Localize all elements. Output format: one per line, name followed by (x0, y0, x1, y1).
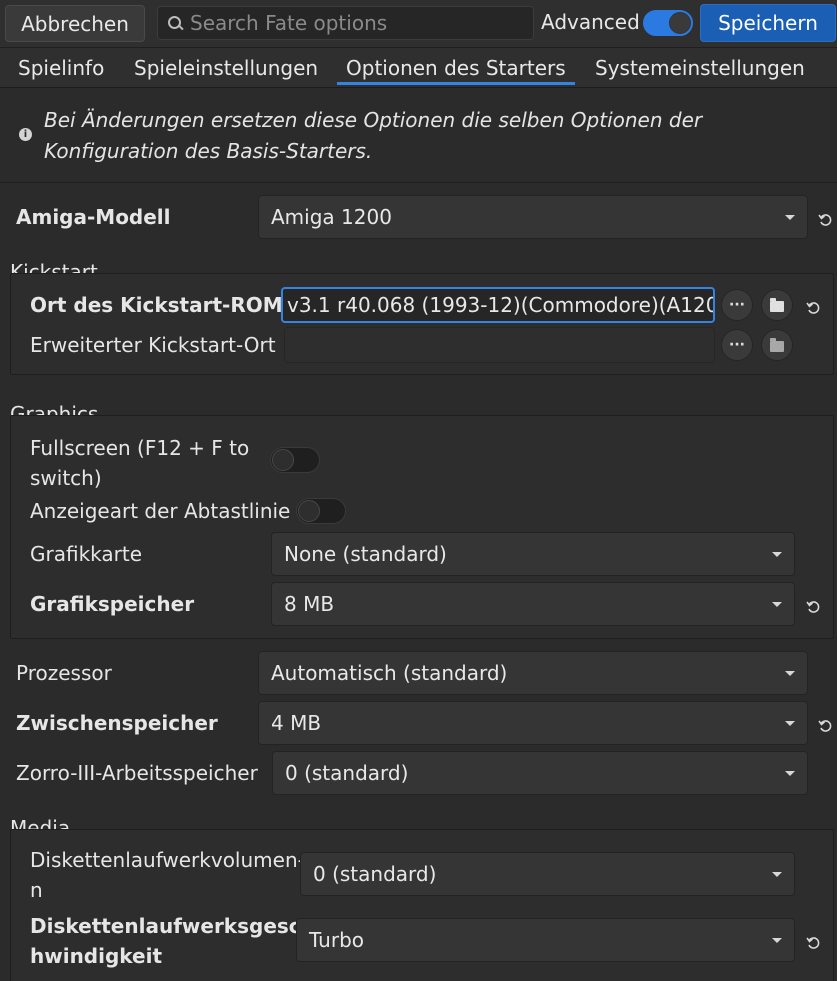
tab-launcher-options[interactable]: Optionen des Starters (346, 56, 566, 80)
tab-game-settings[interactable]: Spieleinstellungen (134, 56, 318, 80)
header-bar: Abbrechen Advanced Speichern (0, 0, 837, 48)
chevron-down-icon (772, 938, 782, 943)
extended-kickstart-label: Erweiterter Kickstart-Ort (30, 333, 276, 357)
chevron-down-icon (785, 671, 795, 676)
cancel-button[interactable]: Abbrechen (5, 5, 145, 42)
scanline-label: Anzeigeart der Abtastlinie (30, 499, 291, 523)
cpu-label: Prozessor (16, 661, 112, 685)
tab-game-info[interactable]: Spielinfo (18, 56, 104, 80)
toggle-knob (272, 449, 294, 471)
advanced-toggle[interactable] (643, 10, 693, 36)
zorro-memory-dropdown[interactable]: 0 (standard) (272, 751, 808, 795)
folder-icon[interactable] (761, 289, 793, 321)
reset-icon[interactable] (806, 596, 822, 613)
graphics-memory-value: 8 MB (284, 592, 335, 616)
chevron-down-icon (785, 771, 795, 776)
search-icon (168, 16, 182, 30)
more-icon[interactable]: ··· (721, 329, 753, 361)
cache-dropdown[interactable]: 4 MB (258, 701, 808, 745)
chevron-down-icon (772, 552, 782, 557)
floppy-volume-dropdown[interactable]: 0 (standard) (300, 852, 795, 896)
cache-label: Zwischenspeicher (16, 711, 218, 735)
search-input[interactable] (190, 11, 530, 35)
floppy-volume-value: 0 (standard) (313, 862, 437, 886)
chevron-down-icon (785, 215, 795, 220)
graphics-card-value: None (standard) (284, 542, 447, 566)
kickstart-rom-label: Ort des Kickstart-ROMs (30, 293, 295, 317)
chevron-down-icon (785, 721, 795, 726)
zorro-memory-label: Zorro-III-Arbeitsspeicher (16, 761, 258, 785)
active-tab-indicator (337, 82, 575, 85)
floppy-volume-label: Diskettenlaufwerkvolumen- n (30, 848, 305, 902)
cpu-dropdown[interactable]: Automatisch (standard) (258, 651, 808, 695)
more-icon[interactable]: ··· (721, 289, 753, 321)
divider (0, 182, 837, 183)
floppy-speed-label: Diskettenlaufwerksgesc- hwindigkeit (30, 914, 309, 968)
amiga-model-dropdown[interactable]: Amiga 1200 (258, 195, 808, 239)
chevron-down-icon (772, 602, 782, 607)
amiga-model-label: Amiga-Modell (16, 205, 171, 229)
search-field[interactable] (157, 6, 534, 40)
reset-icon[interactable] (818, 209, 834, 226)
cache-value: 4 MB (271, 711, 322, 735)
toggle-knob (298, 500, 320, 522)
toggle-knob (669, 12, 691, 34)
floppy-speed-dropdown[interactable]: Turbo (296, 918, 795, 962)
reset-icon[interactable] (806, 297, 822, 314)
info-icon: i (19, 128, 32, 141)
kickstart-rom-input[interactable]: v3.1 r40.068 (1993-12)(Commodore)(A1200 (281, 287, 715, 323)
advanced-label: Advanced (541, 10, 640, 34)
save-button[interactable]: Speichern (700, 4, 836, 42)
chevron-down-icon (772, 872, 782, 877)
floppy-speed-value: Turbo (309, 928, 365, 952)
graphics-memory-dropdown[interactable]: 8 MB (271, 582, 795, 626)
folder-icon[interactable] (761, 329, 793, 361)
fullscreen-label: Fullscreen (F12 + F to switch) (30, 436, 250, 490)
tab-system-settings[interactable]: Systemeinstellungen (595, 56, 805, 80)
cpu-value: Automatisch (standard) (271, 661, 508, 685)
graphics-memory-label: Grafikspeicher (30, 592, 195, 616)
graphics-card-dropdown[interactable]: None (standard) (271, 532, 795, 576)
graphics-card-label: Grafikkarte (30, 542, 143, 566)
tab-bar: Spielinfo Spieleinstellungen Optionen de… (0, 48, 837, 88)
scanline-toggle[interactable] (296, 498, 346, 524)
reset-icon[interactable] (818, 715, 834, 732)
fullscreen-toggle[interactable] (270, 447, 320, 473)
extended-kickstart-input[interactable] (284, 327, 715, 363)
info-message: Bei Änderungen ersetzen diese Optionen d… (44, 108, 703, 163)
zorro-memory-value: 0 (standard) (285, 761, 409, 785)
reset-icon[interactable] (806, 932, 822, 949)
amiga-model-value: Amiga 1200 (271, 205, 392, 229)
